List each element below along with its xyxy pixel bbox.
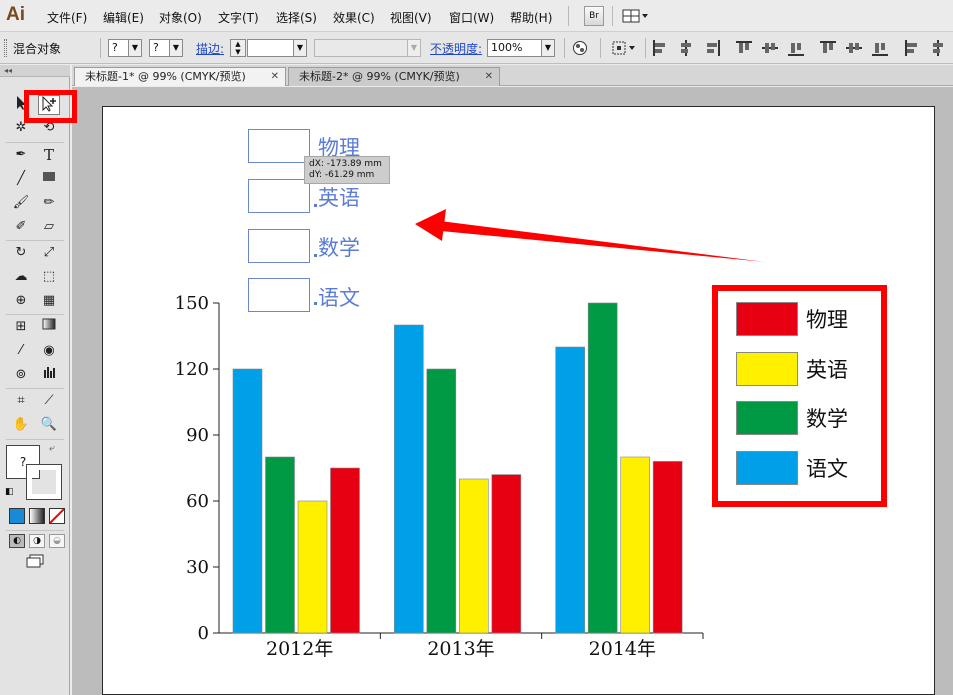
tooltip-dy: dY: -61.29 mm (309, 170, 375, 180)
anchor-point (314, 204, 317, 207)
bar (620, 456, 650, 634)
ghost-legend-swatch (248, 179, 310, 213)
anchor-point (314, 254, 317, 257)
legend-swatch-english[interactable] (736, 352, 798, 386)
legend-swatch-chinese[interactable] (736, 451, 798, 485)
bar (491, 474, 522, 634)
y-tick-label: 90 (186, 425, 209, 446)
ghost-legend-swatch (248, 278, 310, 312)
tool-highlight-frame (24, 90, 77, 123)
y-tick-label: 0 (198, 623, 209, 644)
y-tick-label: 60 (186, 491, 209, 512)
bar (426, 368, 457, 634)
bar (265, 456, 295, 634)
bar (330, 467, 360, 634)
legend-swatch-physics[interactable] (736, 302, 798, 336)
ghost-legend-label: 数学 (318, 236, 360, 260)
x-tick-label: 2013年 (427, 638, 494, 660)
bar (394, 324, 424, 634)
y-tick-label: 150 (175, 293, 209, 314)
y-tick-label: 120 (175, 359, 209, 380)
bar (555, 346, 585, 634)
bar (459, 478, 489, 634)
bar (587, 302, 618, 634)
ghost-legend-swatch (248, 129, 310, 163)
ghost-legend-swatch (248, 229, 310, 263)
legend-swatch-math[interactable] (736, 401, 798, 435)
legend-label-chinese: 语文 (806, 457, 848, 481)
drag-offset-tooltip: dX: -173.89 mm dY: -61.29 mm (304, 156, 390, 184)
anchor-point (314, 302, 317, 305)
y-tick-label: 30 (186, 557, 209, 578)
x-tick-label: 2012年 (266, 638, 333, 660)
legend-label-physics: 物理 (806, 308, 848, 332)
bar (232, 368, 263, 634)
bar (297, 500, 328, 634)
ghost-legend-label: 英语 (318, 186, 360, 210)
ghost-legend-label: 语文 (318, 286, 360, 310)
legend-label-math: 数学 (806, 407, 848, 431)
legend-label-english: 英语 (806, 358, 848, 382)
bar (652, 461, 683, 634)
x-tick-label: 2014年 (589, 638, 656, 660)
tooltip-dx: dX: -173.89 mm (309, 159, 382, 169)
